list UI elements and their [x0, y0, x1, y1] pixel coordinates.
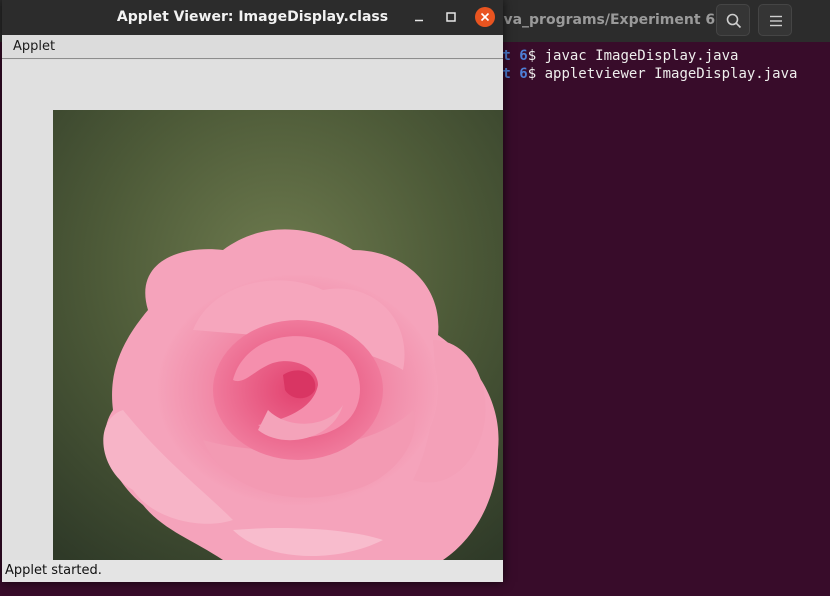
terminal-title: ava_programs/Experiment 6 [494, 12, 716, 28]
desktop-screen: ava_programs/Experiment 6 nt 6$ javac Im… [0, 0, 830, 596]
minimize-icon [415, 19, 423, 22]
search-icon [726, 13, 742, 29]
applet-menubar: Applet [2, 35, 503, 59]
terminal-search-button[interactable] [716, 4, 750, 36]
status-text: Applet started. [5, 563, 102, 578]
status-bar: Applet started. [2, 560, 503, 582]
maximize-icon [446, 12, 456, 22]
hamburger-menu-icon [770, 15, 782, 27]
rose-image [53, 110, 503, 560]
terminal-line: nt 6$ javac ImageDisplay.java [494, 48, 738, 64]
terminal-line: nt 6$ appletviewer ImageDisplay.java [494, 66, 797, 82]
maximize-button[interactable] [441, 7, 461, 27]
close-icon [480, 12, 490, 22]
applet-viewer-window: Applet Viewer: ImageDisplay.class Applet [2, 0, 503, 582]
applet-canvas [2, 60, 503, 560]
command-text: javac ImageDisplay.java [536, 48, 739, 64]
prompt-symbol: $ [527, 48, 537, 64]
minimize-button[interactable] [409, 7, 429, 27]
close-button[interactable] [475, 7, 495, 27]
prompt-symbol: $ [527, 66, 537, 82]
terminal-menu-button[interactable] [758, 4, 792, 36]
rose-photo [53, 110, 503, 560]
command-text: appletviewer ImageDisplay.java [536, 66, 798, 82]
applet-titlebar[interactable]: Applet Viewer: ImageDisplay.class [2, 0, 503, 35]
applet-menu[interactable]: Applet [13, 39, 55, 54]
